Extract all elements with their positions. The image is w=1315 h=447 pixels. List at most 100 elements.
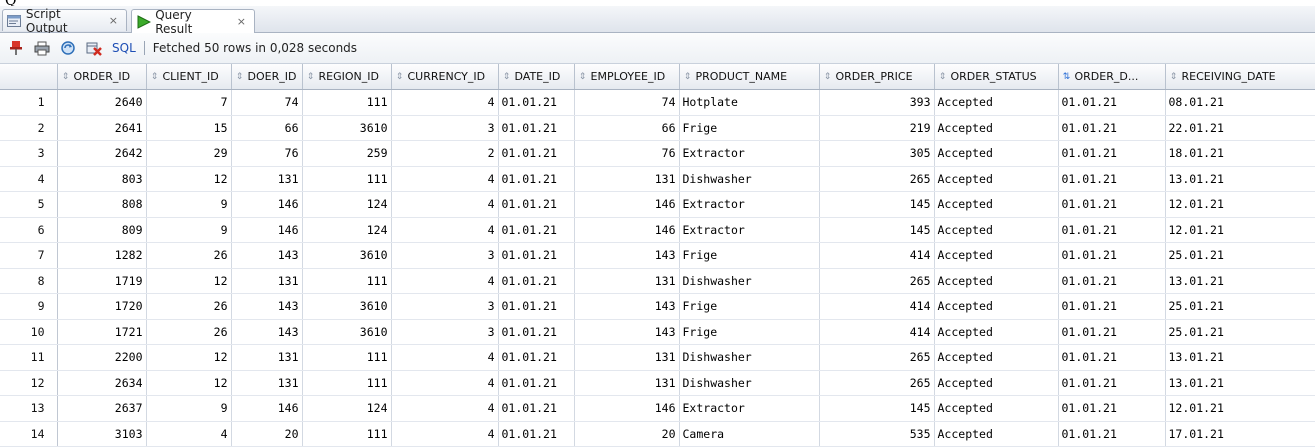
table-row[interactable]: 7 1282 26 143 3610 3 01.01.21 143 Frige 414 Accept…	[0, 242, 1315, 269]
cell-order-date[interactable]: 01.01.21	[1058, 370, 1166, 396]
cell-doer-id[interactable]: 143	[231, 293, 303, 320]
cell-order-date[interactable]: 01.01.21	[1058, 191, 1166, 218]
cell-product-name[interactable]: Dishwasher	[679, 370, 820, 396]
cell-receiving-date[interactable]: 25.01.21	[1165, 242, 1315, 269]
cell-order-price[interactable]: 265	[819, 344, 935, 371]
cell-receiving-date[interactable]: 22.01.21	[1165, 115, 1315, 141]
cell-client-id[interactable]: 26	[146, 319, 232, 345]
table-row[interactable]: 12 2634 12 131 111 4 01.01.21 131 Dishwasher 265 A…	[0, 370, 1315, 396]
cell-doer-id[interactable]: 66	[231, 115, 303, 141]
table-row[interactable]: 14 3103 4 20 111 4 01.01.21 20 Camera 535 Accepted…	[0, 421, 1315, 447]
cell-client-id[interactable]: 12	[146, 344, 232, 371]
cell-order-price[interactable]: 305	[819, 140, 935, 167]
cell-receiving-date[interactable]: 25.01.21	[1165, 293, 1315, 320]
cell-order-status[interactable]: Accepted	[934, 395, 1059, 422]
cell-region-id[interactable]: 3610	[302, 242, 392, 269]
cell-currency-id[interactable]: 3	[391, 115, 499, 141]
cell-date-id[interactable]: 01.01.21	[498, 140, 575, 167]
cell-product-name[interactable]: Extractor	[679, 395, 820, 422]
cell-currency-id[interactable]: 2	[391, 140, 499, 167]
cell-order-id[interactable]: 1721	[57, 319, 147, 345]
cell-receiving-date[interactable]: 17.01.21	[1165, 421, 1315, 447]
cell-product-name[interactable]: Dishwasher	[679, 268, 820, 294]
cell-order-date[interactable]: 01.01.21	[1058, 115, 1166, 141]
cell-currency-id[interactable]: 4	[391, 166, 499, 192]
cell-receiving-date[interactable]: 13.01.21	[1165, 344, 1315, 371]
cell-order-date[interactable]: 01.01.21	[1058, 395, 1166, 422]
cell-currency-id[interactable]: 4	[391, 89, 499, 116]
table-row[interactable]: 6 809 9 146 124 4 01.01.21 146 Extractor 145 Accep…	[0, 217, 1315, 243]
cell-order-date[interactable]: 01.01.21	[1058, 217, 1166, 243]
tab-script-output[interactable]: Script Output ×	[2, 7, 127, 35]
cell-product-name[interactable]: Dishwasher	[679, 344, 820, 371]
cell-employee-id[interactable]: 143	[574, 293, 680, 320]
cell-receiving-date[interactable]: 13.01.21	[1165, 166, 1315, 192]
cell-order-price[interactable]: 145	[819, 191, 935, 218]
col-doer-id[interactable]: ⇕ DOER_ID	[231, 64, 303, 90]
cell-order-status[interactable]: Accepted	[934, 319, 1059, 345]
cell-order-status[interactable]: Accepted	[934, 140, 1059, 167]
cell-region-id[interactable]: 124	[302, 191, 392, 218]
cell-employee-id[interactable]: 143	[574, 242, 680, 269]
cell-order-status[interactable]: Accepted	[934, 344, 1059, 371]
cell-date-id[interactable]: 01.01.21	[498, 217, 575, 243]
cell-date-id[interactable]: 01.01.21	[498, 242, 575, 269]
col-order-price[interactable]: ⇕ ORDER_PRICE	[819, 64, 935, 90]
cell-product-name[interactable]: Hotplate	[679, 89, 820, 116]
cell-client-id[interactable]: 12	[146, 268, 232, 294]
cell-order-date[interactable]: 01.01.21	[1058, 344, 1166, 371]
cell-currency-id[interactable]: 4	[391, 395, 499, 422]
cell-currency-id[interactable]: 4	[391, 268, 499, 294]
cell-doer-id[interactable]: 146	[231, 395, 303, 422]
cell-client-id[interactable]: 9	[146, 395, 232, 422]
cell-region-id[interactable]: 3610	[302, 319, 392, 345]
cell-doer-id[interactable]: 20	[231, 421, 303, 447]
cell-receiving-date[interactable]: 08.01.21	[1165, 89, 1315, 116]
cell-product-name[interactable]: Frige	[679, 319, 820, 345]
cell-client-id[interactable]: 26	[146, 293, 232, 320]
cell-receiving-date[interactable]: 13.01.21	[1165, 370, 1315, 396]
cell-date-id[interactable]: 01.01.21	[498, 370, 575, 396]
cell-region-id[interactable]: 3610	[302, 115, 392, 141]
cell-order-status[interactable]: Accepted	[934, 191, 1059, 218]
table-row[interactable]: 2 2641 15 66 3610 3 01.01.21 66 Frige 219 Accepted…	[0, 115, 1315, 141]
cell-product-name[interactable]: Frige	[679, 115, 820, 141]
col-currency-id[interactable]: ⇕ CURRENCY_ID	[391, 64, 499, 90]
cell-employee-id[interactable]: 76	[574, 140, 680, 167]
table-row[interactable]: 13 2637 9 146 124 4 01.01.21 146 Extractor 145 Acc…	[0, 395, 1315, 422]
cell-doer-id[interactable]: 143	[231, 242, 303, 269]
cell-doer-id[interactable]: 143	[231, 319, 303, 345]
col-date-id[interactable]: ⇕ DATE_ID	[498, 64, 575, 90]
cell-product-name[interactable]: Extractor	[679, 140, 820, 167]
cell-date-id[interactable]: 01.01.21	[498, 89, 575, 116]
cell-order-date[interactable]: 01.01.21	[1058, 166, 1166, 192]
cell-region-id[interactable]: 111	[302, 344, 392, 371]
cell-date-id[interactable]: 01.01.21	[498, 395, 575, 422]
cell-region-id[interactable]: 259	[302, 140, 392, 167]
cell-region-id[interactable]: 111	[302, 370, 392, 396]
cell-date-id[interactable]: 01.01.21	[498, 293, 575, 320]
cell-order-price[interactable]: 414	[819, 319, 935, 345]
cell-order-status[interactable]: Accepted	[934, 217, 1059, 243]
table-row[interactable]: 9 1720 26 143 3610 3 01.01.21 143 Frige 414 Accept…	[0, 293, 1315, 320]
col-order-id[interactable]: ⇕ ORDER_ID	[57, 64, 147, 90]
cell-currency-id[interactable]: 3	[391, 242, 499, 269]
cell-order-price[interactable]: 145	[819, 395, 935, 422]
sql-link[interactable]: SQL	[112, 41, 136, 55]
cell-order-date[interactable]: 01.01.21	[1058, 140, 1166, 167]
print-icon[interactable]	[32, 38, 52, 58]
cell-doer-id[interactable]: 76	[231, 140, 303, 167]
cell-employee-id[interactable]: 146	[574, 217, 680, 243]
cell-currency-id[interactable]: 4	[391, 217, 499, 243]
cell-receiving-date[interactable]: 18.01.21	[1165, 140, 1315, 167]
cell-employee-id[interactable]: 131	[574, 166, 680, 192]
cell-order-date[interactable]: 01.01.21	[1058, 89, 1166, 116]
cell-product-name[interactable]: Frige	[679, 293, 820, 320]
cell-product-name[interactable]: Extractor	[679, 217, 820, 243]
pin-icon[interactable]	[6, 38, 26, 58]
cell-order-price[interactable]: 145	[819, 217, 935, 243]
cell-order-price[interactable]: 414	[819, 293, 935, 320]
cell-order-id[interactable]: 809	[57, 217, 147, 243]
cell-product-name[interactable]: Dishwasher	[679, 166, 820, 192]
cell-order-id[interactable]: 803	[57, 166, 147, 192]
